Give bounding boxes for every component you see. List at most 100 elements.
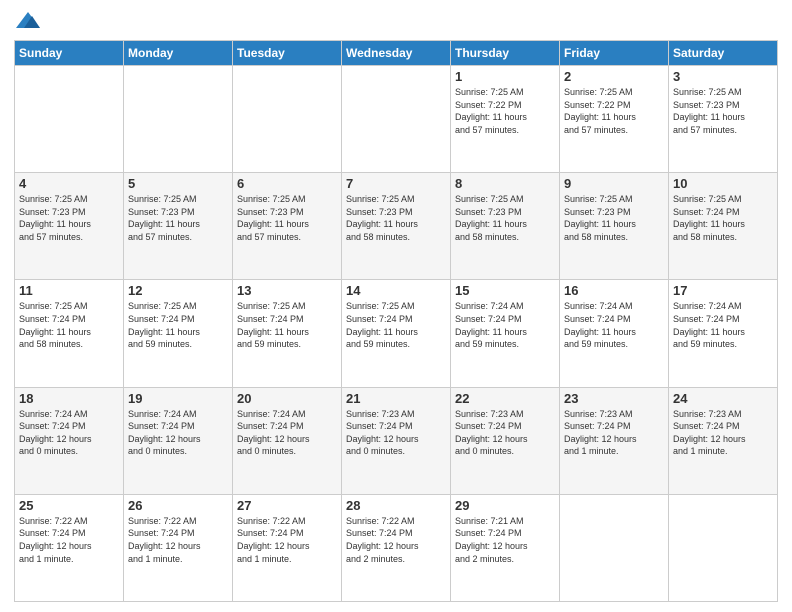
day-number: 5 bbox=[128, 176, 228, 191]
day-info: Sunrise: 7:23 AM Sunset: 7:24 PM Dayligh… bbox=[455, 408, 555, 458]
day-info: Sunrise: 7:25 AM Sunset: 7:22 PM Dayligh… bbox=[455, 86, 555, 136]
day-number: 15 bbox=[455, 283, 555, 298]
day-info: Sunrise: 7:25 AM Sunset: 7:24 PM Dayligh… bbox=[128, 300, 228, 350]
day-number: 19 bbox=[128, 391, 228, 406]
day-number: 17 bbox=[673, 283, 773, 298]
header-sunday: Sunday bbox=[15, 41, 124, 66]
day-info: Sunrise: 7:22 AM Sunset: 7:24 PM Dayligh… bbox=[346, 515, 446, 565]
day-number: 3 bbox=[673, 69, 773, 84]
calendar-cell: 3 Sunrise: 7:25 AM Sunset: 7:23 PM Daylig… bbox=[669, 66, 778, 173]
day-info: Sunrise: 7:25 AM Sunset: 7:23 PM Dayligh… bbox=[128, 193, 228, 243]
day-number: 20 bbox=[237, 391, 337, 406]
calendar-cell: 22 Sunrise: 7:23 AM Sunset: 7:24 PM Dayli… bbox=[451, 387, 560, 494]
day-number: 9 bbox=[564, 176, 664, 191]
calendar-week-3: 11Sunrise: 7:25 AM Sunset: 7:24 PM Dayli… bbox=[15, 280, 778, 387]
day-number: 1 bbox=[455, 69, 555, 84]
day-number: 21 bbox=[346, 391, 446, 406]
calendar-week-4: 18 Sunrise: 7:24 AM Sunset: 7:24 PM Dayli… bbox=[15, 387, 778, 494]
day-number: 14 bbox=[346, 283, 446, 298]
calendar-cell: 28 Sunrise: 7:22 AM Sunset: 7:24 PM Dayli… bbox=[342, 494, 451, 601]
day-number: 29 bbox=[455, 498, 555, 513]
calendar-cell: 6 Sunrise: 7:25 AM Sunset: 7:23 PM Daylig… bbox=[233, 173, 342, 280]
day-info: Sunrise: 7:24 AM Sunset: 7:24 PM Dayligh… bbox=[455, 300, 555, 350]
day-info: Sunrise: 7:24 AM Sunset: 7:24 PM Dayligh… bbox=[237, 408, 337, 458]
calendar-cell bbox=[124, 66, 233, 173]
calendar-cell: 2 Sunrise: 7:25 AM Sunset: 7:22 PM Daylig… bbox=[560, 66, 669, 173]
header-tuesday: Tuesday bbox=[233, 41, 342, 66]
day-info: Sunrise: 7:25 AM Sunset: 7:23 PM Dayligh… bbox=[237, 193, 337, 243]
day-number: 25 bbox=[19, 498, 119, 513]
logo bbox=[14, 10, 46, 32]
day-number: 7 bbox=[346, 176, 446, 191]
calendar-cell: 29 Sunrise: 7:21 AM Sunset: 7:24 PM Dayli… bbox=[451, 494, 560, 601]
day-number: 6 bbox=[237, 176, 337, 191]
calendar-week-2: 4 Sunrise: 7:25 AM Sunset: 7:23 PM Daylig… bbox=[15, 173, 778, 280]
calendar-cell: 17 Sunrise: 7:24 AM Sunset: 7:24 PM Dayli… bbox=[669, 280, 778, 387]
header-thursday: Thursday bbox=[451, 41, 560, 66]
header-wednesday: Wednesday bbox=[342, 41, 451, 66]
day-info: Sunrise: 7:25 AM Sunset: 7:23 PM Dayligh… bbox=[346, 193, 446, 243]
day-info: Sunrise: 7:25 AM Sunset: 7:23 PM Dayligh… bbox=[19, 193, 119, 243]
day-info: Sunrise: 7:25 AM Sunset: 7:23 PM Dayligh… bbox=[455, 193, 555, 243]
calendar-cell: 14 Sunrise: 7:25 AM Sunset: 7:24 PM Dayli… bbox=[342, 280, 451, 387]
day-info: Sunrise: 7:24 AM Sunset: 7:24 PM Dayligh… bbox=[19, 408, 119, 458]
calendar-cell: 4 Sunrise: 7:25 AM Sunset: 7:23 PM Daylig… bbox=[15, 173, 124, 280]
calendar-cell: 20 Sunrise: 7:24 AM Sunset: 7:24 PM Dayli… bbox=[233, 387, 342, 494]
calendar-cell: 25 Sunrise: 7:22 AM Sunset: 7:24 PM Dayli… bbox=[15, 494, 124, 601]
day-info: Sunrise: 7:25 AM Sunset: 7:24 PM Dayligh… bbox=[346, 300, 446, 350]
calendar-cell: 21 Sunrise: 7:23 AM Sunset: 7:24 PM Dayli… bbox=[342, 387, 451, 494]
calendar-cell: 13Sunrise: 7:25 AM Sunset: 7:24 PM Dayli… bbox=[233, 280, 342, 387]
day-info: Sunrise: 7:24 AM Sunset: 7:24 PM Dayligh… bbox=[564, 300, 664, 350]
page: SundayMondayTuesdayWednesdayThursdayFrid… bbox=[0, 0, 792, 612]
day-number: 16 bbox=[564, 283, 664, 298]
calendar-cell: 15 Sunrise: 7:24 AM Sunset: 7:24 PM Dayli… bbox=[451, 280, 560, 387]
logo-icon bbox=[14, 10, 42, 32]
calendar-week-5: 25 Sunrise: 7:22 AM Sunset: 7:24 PM Dayli… bbox=[15, 494, 778, 601]
day-info: Sunrise: 7:23 AM Sunset: 7:24 PM Dayligh… bbox=[564, 408, 664, 458]
calendar-cell: 7 Sunrise: 7:25 AM Sunset: 7:23 PM Daylig… bbox=[342, 173, 451, 280]
day-info: Sunrise: 7:23 AM Sunset: 7:24 PM Dayligh… bbox=[673, 408, 773, 458]
day-info: Sunrise: 7:25 AM Sunset: 7:24 PM Dayligh… bbox=[19, 300, 119, 350]
header-saturday: Saturday bbox=[669, 41, 778, 66]
calendar-table: SundayMondayTuesdayWednesdayThursdayFrid… bbox=[14, 40, 778, 602]
calendar-cell: 16 Sunrise: 7:24 AM Sunset: 7:24 PM Dayli… bbox=[560, 280, 669, 387]
day-number: 10 bbox=[673, 176, 773, 191]
day-number: 2 bbox=[564, 69, 664, 84]
day-info: Sunrise: 7:22 AM Sunset: 7:24 PM Dayligh… bbox=[128, 515, 228, 565]
day-info: Sunrise: 7:21 AM Sunset: 7:24 PM Dayligh… bbox=[455, 515, 555, 565]
day-info: Sunrise: 7:25 AM Sunset: 7:24 PM Dayligh… bbox=[673, 193, 773, 243]
day-info: Sunrise: 7:25 AM Sunset: 7:23 PM Dayligh… bbox=[673, 86, 773, 136]
calendar-cell: 5 Sunrise: 7:25 AM Sunset: 7:23 PM Daylig… bbox=[124, 173, 233, 280]
calendar-cell bbox=[342, 66, 451, 173]
day-info: Sunrise: 7:24 AM Sunset: 7:24 PM Dayligh… bbox=[128, 408, 228, 458]
calendar-cell: 24Sunrise: 7:23 AM Sunset: 7:24 PM Dayli… bbox=[669, 387, 778, 494]
day-number: 26 bbox=[128, 498, 228, 513]
calendar-cell: 9 Sunrise: 7:25 AM Sunset: 7:23 PM Daylig… bbox=[560, 173, 669, 280]
day-info: Sunrise: 7:25 AM Sunset: 7:24 PM Dayligh… bbox=[237, 300, 337, 350]
day-number: 18 bbox=[19, 391, 119, 406]
calendar-cell: 26 Sunrise: 7:22 AM Sunset: 7:24 PM Dayli… bbox=[124, 494, 233, 601]
day-info: Sunrise: 7:23 AM Sunset: 7:24 PM Dayligh… bbox=[346, 408, 446, 458]
calendar-cell: 10 Sunrise: 7:25 AM Sunset: 7:24 PM Dayli… bbox=[669, 173, 778, 280]
calendar-cell: 19 Sunrise: 7:24 AM Sunset: 7:24 PM Dayli… bbox=[124, 387, 233, 494]
calendar-cell: 1 Sunrise: 7:25 AM Sunset: 7:22 PM Daylig… bbox=[451, 66, 560, 173]
calendar-cell bbox=[233, 66, 342, 173]
calendar-cell: 23 Sunrise: 7:23 AM Sunset: 7:24 PM Dayli… bbox=[560, 387, 669, 494]
day-number: 28 bbox=[346, 498, 446, 513]
day-info: Sunrise: 7:25 AM Sunset: 7:23 PM Dayligh… bbox=[564, 193, 664, 243]
day-info: Sunrise: 7:22 AM Sunset: 7:24 PM Dayligh… bbox=[237, 515, 337, 565]
day-number: 22 bbox=[455, 391, 555, 406]
calendar-cell bbox=[669, 494, 778, 601]
day-info: Sunrise: 7:24 AM Sunset: 7:24 PM Dayligh… bbox=[673, 300, 773, 350]
header bbox=[14, 10, 778, 32]
header-monday: Monday bbox=[124, 41, 233, 66]
day-info: Sunrise: 7:25 AM Sunset: 7:22 PM Dayligh… bbox=[564, 86, 664, 136]
day-number: 23 bbox=[564, 391, 664, 406]
calendar-cell: 11Sunrise: 7:25 AM Sunset: 7:24 PM Dayli… bbox=[15, 280, 124, 387]
day-number: 12 bbox=[128, 283, 228, 298]
header-friday: Friday bbox=[560, 41, 669, 66]
day-number: 27 bbox=[237, 498, 337, 513]
day-number: 4 bbox=[19, 176, 119, 191]
calendar-cell: 8Sunrise: 7:25 AM Sunset: 7:23 PM Daylig… bbox=[451, 173, 560, 280]
day-info: Sunrise: 7:22 AM Sunset: 7:24 PM Dayligh… bbox=[19, 515, 119, 565]
